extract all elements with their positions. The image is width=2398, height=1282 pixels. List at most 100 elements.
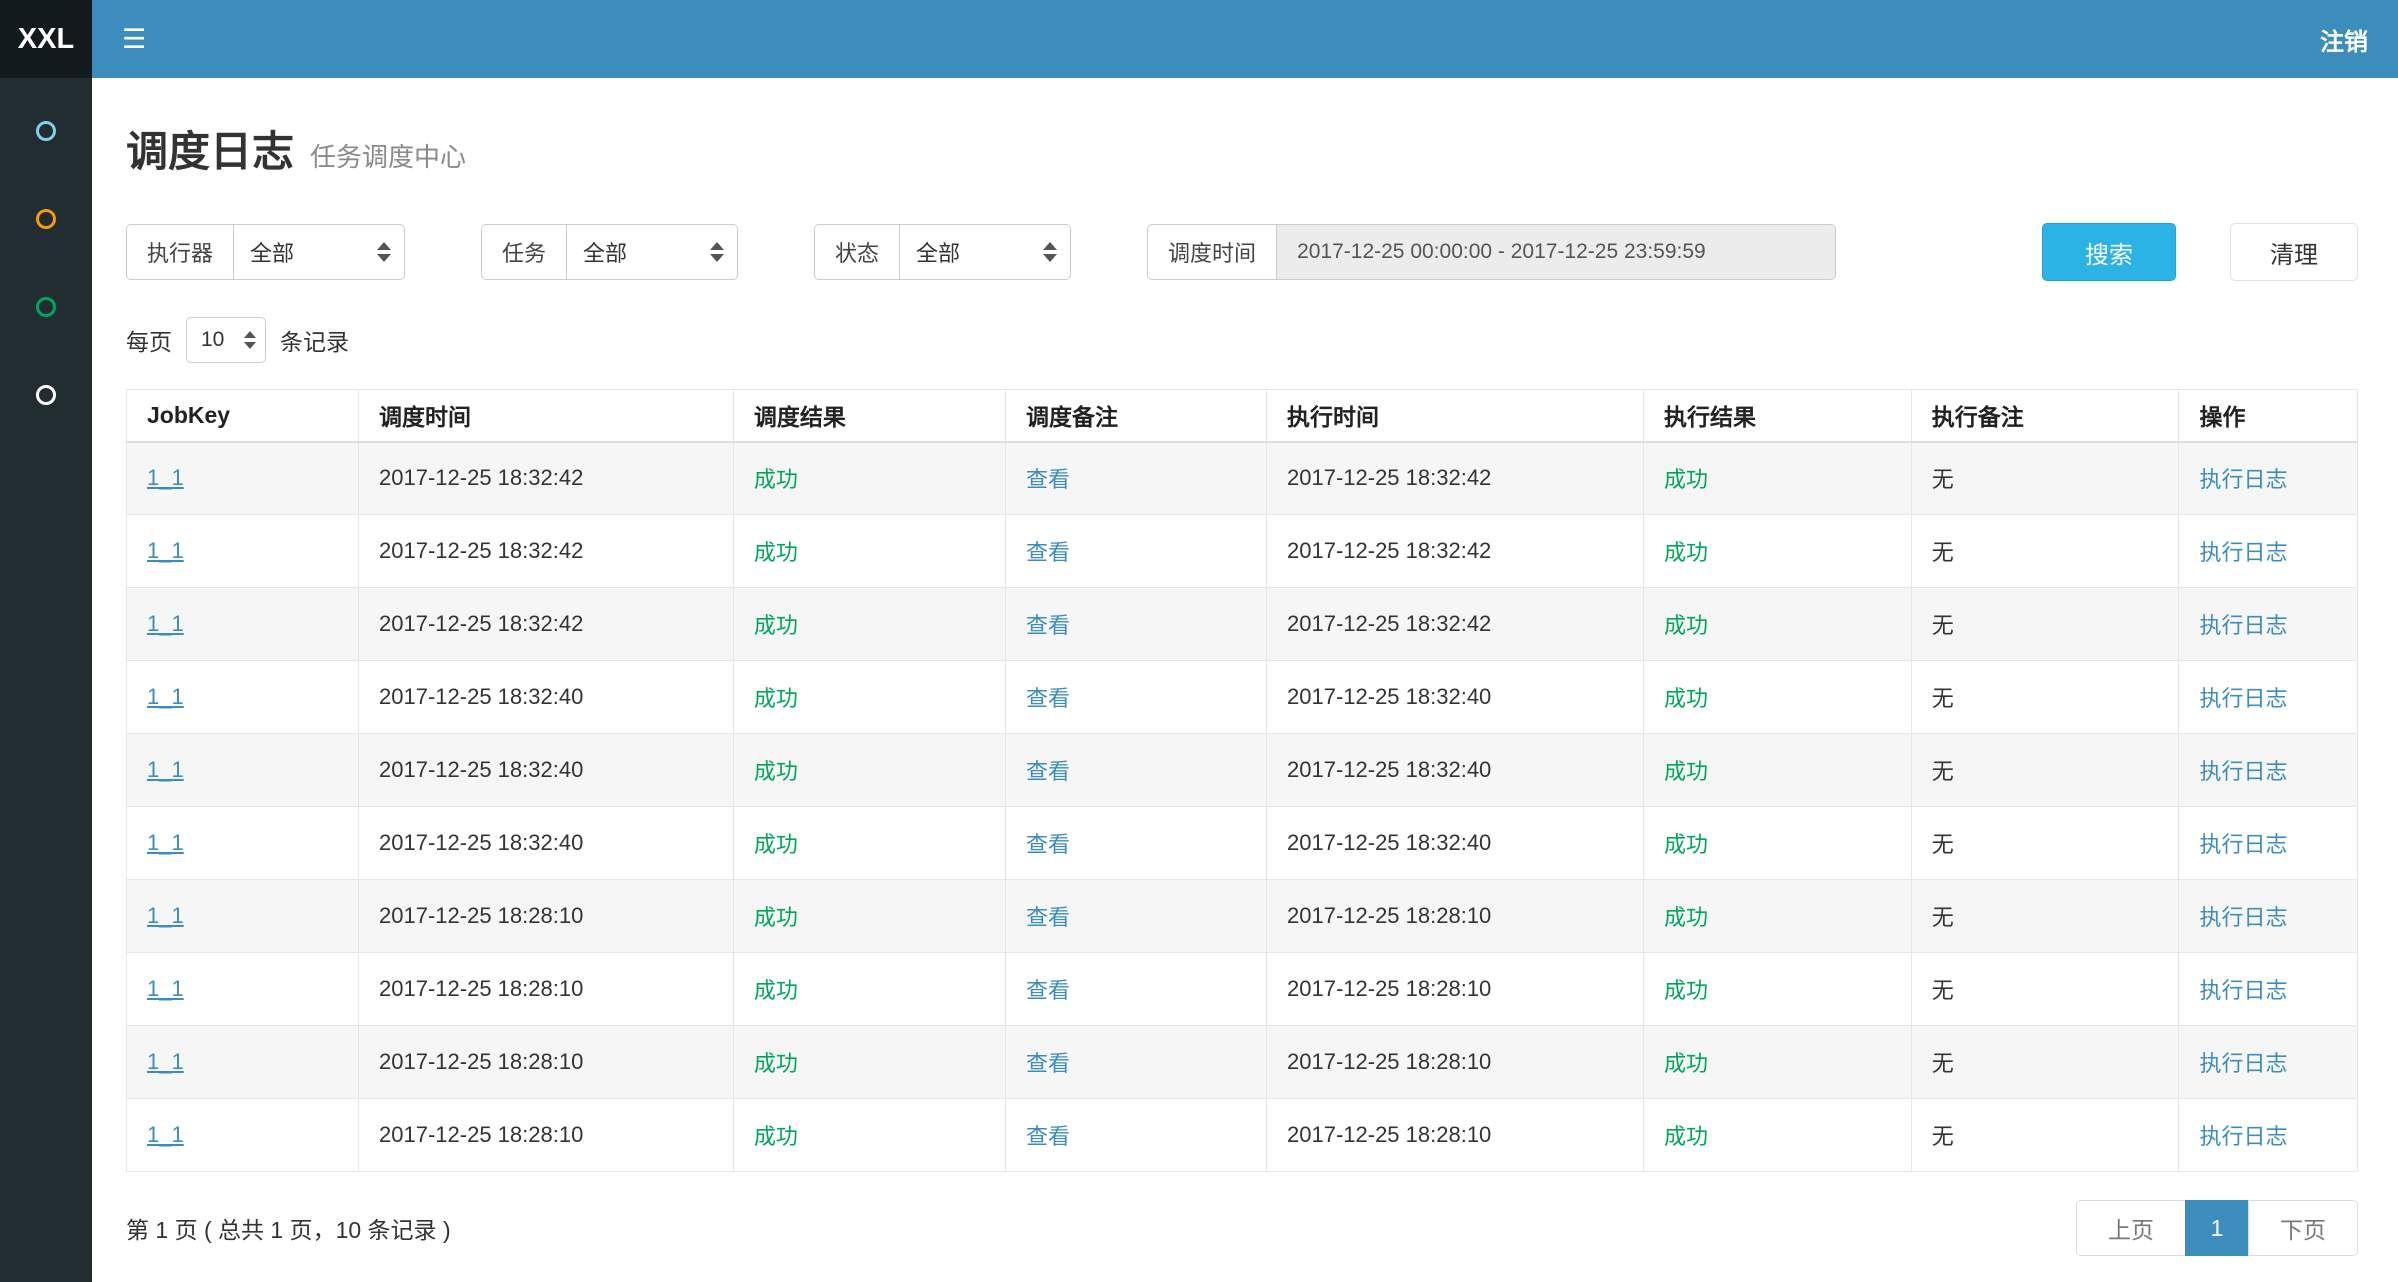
table-footer: 第 1 页 ( 总共 1 页，10 条记录 ) 上页 1 下页 bbox=[126, 1200, 2358, 1256]
current-page-button[interactable]: 1 bbox=[2185, 1200, 2249, 1256]
select-stepper-icon bbox=[710, 242, 724, 262]
jobkey-link[interactable]: 1_1 bbox=[147, 976, 184, 1001]
action-cell: 执行日志 bbox=[2179, 661, 2358, 734]
exec-log-link[interactable]: 执行日志 bbox=[2199, 978, 2287, 1003]
page-size-select[interactable]: 10 bbox=[186, 317, 266, 363]
filter-executor: 执行器 全部 bbox=[126, 224, 405, 280]
prev-page-button[interactable]: 上页 bbox=[2076, 1200, 2186, 1256]
exec-log-link[interactable]: 执行日志 bbox=[2199, 686, 2287, 711]
trigger-result-cell: 成功 bbox=[733, 734, 1005, 807]
trigger-msg-cell: 查看 bbox=[1005, 515, 1266, 588]
trigger-msg-link[interactable]: 查看 bbox=[1026, 686, 1070, 711]
exec-log-link[interactable]: 执行日志 bbox=[2199, 905, 2287, 930]
action-cell: 执行日志 bbox=[2179, 1099, 2358, 1172]
jobkey-link[interactable]: 1_1 bbox=[147, 903, 184, 928]
exec-log-link[interactable]: 执行日志 bbox=[2199, 1124, 2287, 1149]
search-button[interactable]: 搜索 bbox=[2042, 223, 2176, 281]
header-handle-msg[interactable]: 执行备注 bbox=[1911, 390, 2179, 442]
sidebar-toggle-icon[interactable]: ☰ bbox=[122, 26, 146, 53]
next-page-button[interactable]: 下页 bbox=[2248, 1200, 2358, 1256]
executor-selected-value: 全部 bbox=[250, 236, 294, 268]
executor-label: 执行器 bbox=[126, 224, 233, 280]
handle-result-cell: 成功 bbox=[1644, 515, 1912, 588]
exec-log-link[interactable]: 执行日志 bbox=[2199, 759, 2287, 784]
select-stepper-icon bbox=[377, 242, 391, 262]
exec-log-link[interactable]: 执行日志 bbox=[2199, 540, 2287, 565]
handle-time-cell: 2017-12-25 18:28:10 bbox=[1267, 953, 1644, 1026]
table-row: 1_1 2017-12-25 18:28:10 成功 查看 2017-12-25… bbox=[127, 1026, 2358, 1099]
exec-log-link[interactable]: 执行日志 bbox=[2199, 832, 2287, 857]
header-handle-result[interactable]: 执行结果 bbox=[1644, 390, 1912, 442]
sidebar-item-1[interactable] bbox=[36, 118, 56, 144]
select-stepper-icon bbox=[244, 331, 256, 349]
executor-select[interactable]: 全部 bbox=[233, 224, 405, 280]
app-logo[interactable]: XXL bbox=[0, 0, 92, 78]
exec-log-link[interactable]: 执行日志 bbox=[2199, 1051, 2287, 1076]
action-cell: 执行日志 bbox=[2179, 1026, 2358, 1099]
jobkey-link[interactable]: 1_1 bbox=[147, 684, 184, 709]
handle-result-cell: 成功 bbox=[1644, 588, 1912, 661]
exec-log-link[interactable]: 执行日志 bbox=[2199, 467, 2287, 492]
circle-icon bbox=[36, 209, 56, 229]
header-trigger-result[interactable]: 调度结果 bbox=[733, 390, 1005, 442]
page-size-prefix: 每页 bbox=[126, 323, 172, 357]
trigger-time-input[interactable]: 2017-12-25 00:00:00 - 2017-12-25 23:59:5… bbox=[1276, 224, 1836, 280]
filter-trigger-time: 调度时间 2017-12-25 00:00:00 - 2017-12-25 23… bbox=[1147, 224, 1836, 280]
action-cell: 执行日志 bbox=[2179, 442, 2358, 515]
handle-msg-cell: 无 bbox=[1911, 734, 2179, 807]
trigger-msg-link[interactable]: 查看 bbox=[1026, 1124, 1070, 1149]
logout-link[interactable]: 注销 bbox=[2320, 22, 2368, 57]
handle-msg-cell: 无 bbox=[1911, 807, 2179, 880]
trigger-msg-link[interactable]: 查看 bbox=[1026, 832, 1070, 857]
job-select[interactable]: 全部 bbox=[566, 224, 738, 280]
sidebar-item-2[interactable] bbox=[36, 206, 56, 232]
clear-button[interactable]: 清理 bbox=[2230, 223, 2358, 281]
trigger-msg-cell: 查看 bbox=[1005, 661, 1266, 734]
exec-log-link[interactable]: 执行日志 bbox=[2199, 613, 2287, 638]
trigger-msg-link[interactable]: 查看 bbox=[1026, 1051, 1070, 1076]
trigger-msg-cell: 查看 bbox=[1005, 1099, 1266, 1172]
header-handle-time[interactable]: 执行时间 bbox=[1267, 390, 1644, 442]
jobkey-link[interactable]: 1_1 bbox=[147, 830, 184, 855]
status-select[interactable]: 全部 bbox=[899, 224, 1071, 280]
jobkey-link[interactable]: 1_1 bbox=[147, 1122, 184, 1147]
handle-time-cell: 2017-12-25 18:32:42 bbox=[1267, 588, 1644, 661]
jobkey-link[interactable]: 1_1 bbox=[147, 757, 184, 782]
navbar-main: ☰ 注销 bbox=[92, 0, 2398, 78]
handle-result-cell: 成功 bbox=[1644, 1026, 1912, 1099]
handle-msg-cell: 无 bbox=[1911, 1099, 2179, 1172]
trigger-msg-cell: 查看 bbox=[1005, 442, 1266, 515]
trigger-time-cell: 2017-12-25 18:32:42 bbox=[359, 515, 734, 588]
table-row: 1_1 2017-12-25 18:32:40 成功 查看 2017-12-25… bbox=[127, 807, 2358, 880]
jobkey-link[interactable]: 1_1 bbox=[147, 1049, 184, 1074]
handle-result-cell: 成功 bbox=[1644, 442, 1912, 515]
header-trigger-time[interactable]: 调度时间 bbox=[359, 390, 734, 442]
trigger-result-cell: 成功 bbox=[733, 515, 1005, 588]
sidebar-item-3[interactable] bbox=[36, 294, 56, 320]
trigger-msg-link[interactable]: 查看 bbox=[1026, 759, 1070, 784]
trigger-msg-link[interactable]: 查看 bbox=[1026, 540, 1070, 565]
jobkey-link[interactable]: 1_1 bbox=[147, 611, 184, 636]
jobkey-link[interactable]: 1_1 bbox=[147, 538, 184, 563]
jobkey-link[interactable]: 1_1 bbox=[147, 465, 184, 490]
table-row: 1_1 2017-12-25 18:32:40 成功 查看 2017-12-25… bbox=[127, 734, 2358, 807]
trigger-time-cell: 2017-12-25 18:28:10 bbox=[359, 1099, 734, 1172]
header-jobkey[interactable]: JobKey bbox=[127, 390, 359, 442]
trigger-msg-link[interactable]: 查看 bbox=[1026, 978, 1070, 1003]
trigger-msg-link[interactable]: 查看 bbox=[1026, 613, 1070, 638]
trigger-time-cell: 2017-12-25 18:32:42 bbox=[359, 442, 734, 515]
jobkey-cell: 1_1 bbox=[127, 953, 359, 1026]
trigger-result-cell: 成功 bbox=[733, 953, 1005, 1026]
header-trigger-msg[interactable]: 调度备注 bbox=[1005, 390, 1266, 442]
handle-result-cell: 成功 bbox=[1644, 807, 1912, 880]
handle-msg-cell: 无 bbox=[1911, 880, 2179, 953]
header-action[interactable]: 操作 bbox=[2179, 390, 2358, 442]
action-cell: 执行日志 bbox=[2179, 807, 2358, 880]
trigger-result-cell: 成功 bbox=[733, 1099, 1005, 1172]
action-cell: 执行日志 bbox=[2179, 953, 2358, 1026]
trigger-msg-link[interactable]: 查看 bbox=[1026, 467, 1070, 492]
sidebar-item-4[interactable] bbox=[36, 382, 56, 408]
handle-msg-cell: 无 bbox=[1911, 661, 2179, 734]
trigger-msg-link[interactable]: 查看 bbox=[1026, 905, 1070, 930]
trigger-time-cell: 2017-12-25 18:32:40 bbox=[359, 807, 734, 880]
